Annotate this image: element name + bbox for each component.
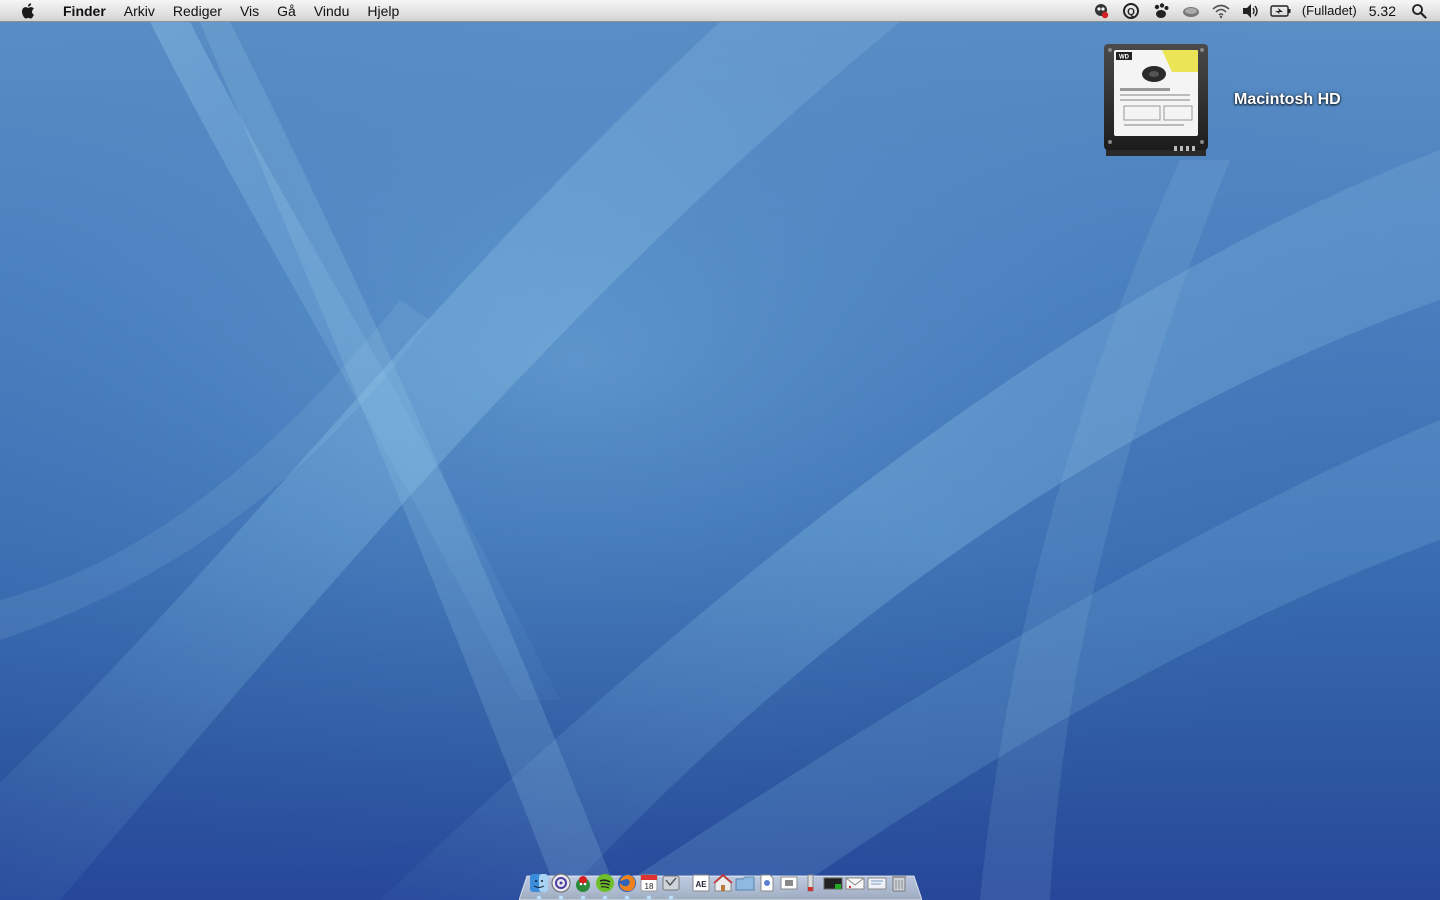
- dock-adium-icon[interactable]: [573, 872, 593, 899]
- aurora-wallpaper: [0, 0, 1440, 900]
- dock-ae-label: AE: [695, 880, 707, 889]
- macintosh-hd-drive-icon[interactable]: WD: [1102, 42, 1210, 160]
- dock-running-indicator: [669, 896, 673, 899]
- menu-vis[interactable]: Vis: [231, 0, 268, 22]
- dock-spotify-icon[interactable]: [595, 872, 615, 899]
- dock-system-preferences-icon[interactable]: [661, 872, 681, 899]
- dock-firefox-icon[interactable]: [617, 872, 637, 899]
- clock[interactable]: 5.32: [1363, 0, 1404, 22]
- time-machine-icon[interactable]: [1180, 0, 1202, 22]
- dock-mail-icon[interactable]: [845, 872, 865, 894]
- dock-document-icon[interactable]: [757, 872, 777, 894]
- ical-date: 18: [645, 882, 654, 891]
- menu-hjelp[interactable]: Hjelp: [358, 0, 408, 22]
- dock-downloads-icon[interactable]: [867, 872, 887, 894]
- dock-separator: [683, 872, 689, 894]
- apple-menu-icon[interactable]: [19, 2, 35, 19]
- menu-bar: Finder Arkiv Rediger Vis Gå Vindu Hjelp …: [0, 0, 1440, 22]
- dock-running-indicator: [647, 896, 651, 899]
- battery-status-text[interactable]: (Fulladet): [1296, 0, 1363, 22]
- macintosh-hd-label[interactable]: Macintosh HD: [1234, 91, 1341, 109]
- svg-text:Q: Q: [1127, 7, 1135, 18]
- dock-ical-icon[interactable]: 18: [639, 872, 659, 899]
- dock-texteditor-icon[interactable]: AE: [691, 872, 711, 894]
- desktop: Finder Arkiv Rediger Vis Gå Vindu Hjelp …: [0, 0, 1440, 900]
- dock-utilities-icon[interactable]: [801, 872, 821, 894]
- dock-finder-icon[interactable]: [529, 872, 549, 899]
- menu-arkiv[interactable]: Arkiv: [115, 0, 164, 22]
- dock-running-indicator: [625, 896, 629, 899]
- quicksilver-icon[interactable]: Q: [1120, 0, 1142, 22]
- dock-items: 18 AE: [529, 870, 911, 899]
- menu-finder[interactable]: Finder: [54, 0, 115, 22]
- dock-preview-icon[interactable]: [779, 872, 799, 894]
- dock-applications-folder-icon[interactable]: [735, 872, 755, 894]
- menu-vindu[interactable]: Vindu: [305, 0, 359, 22]
- dock-running-indicator: [537, 896, 541, 899]
- dock-running-indicator: [559, 896, 563, 899]
- wifi-icon[interactable]: [1210, 0, 1232, 22]
- status-menus: Q (Fulladet) 5.32: [1086, 0, 1440, 22]
- dock-running-indicator: [581, 896, 585, 899]
- menu-rediger[interactable]: Rediger: [164, 0, 231, 22]
- dock: 18 AE: [519, 866, 922, 900]
- dock-itunes-icon[interactable]: [551, 872, 571, 899]
- dock-home-folder-icon[interactable]: [713, 872, 733, 894]
- adium-icon[interactable]: [1090, 0, 1112, 22]
- dock-trash-icon[interactable]: [889, 872, 909, 894]
- dock-running-indicator: [603, 896, 607, 899]
- spotlight-search-icon[interactable]: [1408, 0, 1430, 22]
- battery-icon[interactable]: [1270, 0, 1292, 22]
- svg-text:WD: WD: [1119, 55, 1130, 61]
- dock-terminal-icon[interactable]: [823, 872, 843, 894]
- menu-ga[interactable]: Gå: [268, 0, 305, 22]
- volume-icon[interactable]: [1240, 0, 1262, 22]
- growl-icon[interactable]: [1150, 0, 1172, 22]
